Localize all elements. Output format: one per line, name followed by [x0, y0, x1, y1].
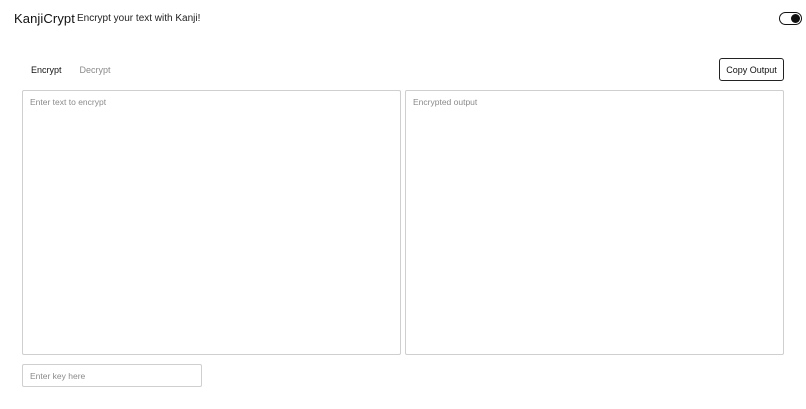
- copy-output-button[interactable]: Copy Output: [719, 58, 784, 81]
- toggle-knob-icon: [790, 14, 800, 23]
- app-header: KanjiCrypt Encrypt your text with Kanji!: [0, 0, 806, 38]
- app-tagline: Encrypt your text with Kanji!: [77, 13, 201, 24]
- mode-tabs: Encrypt Decrypt: [22, 62, 120, 78]
- encrypted-output[interactable]: [405, 90, 784, 355]
- theme-toggle-switch[interactable]: [779, 12, 802, 25]
- tab-encrypt[interactable]: Encrypt: [22, 62, 71, 78]
- tab-decrypt[interactable]: Decrypt: [71, 62, 120, 78]
- plaintext-input[interactable]: [22, 90, 401, 355]
- app-brand: KanjiCrypt: [14, 11, 75, 26]
- key-input[interactable]: [22, 364, 202, 387]
